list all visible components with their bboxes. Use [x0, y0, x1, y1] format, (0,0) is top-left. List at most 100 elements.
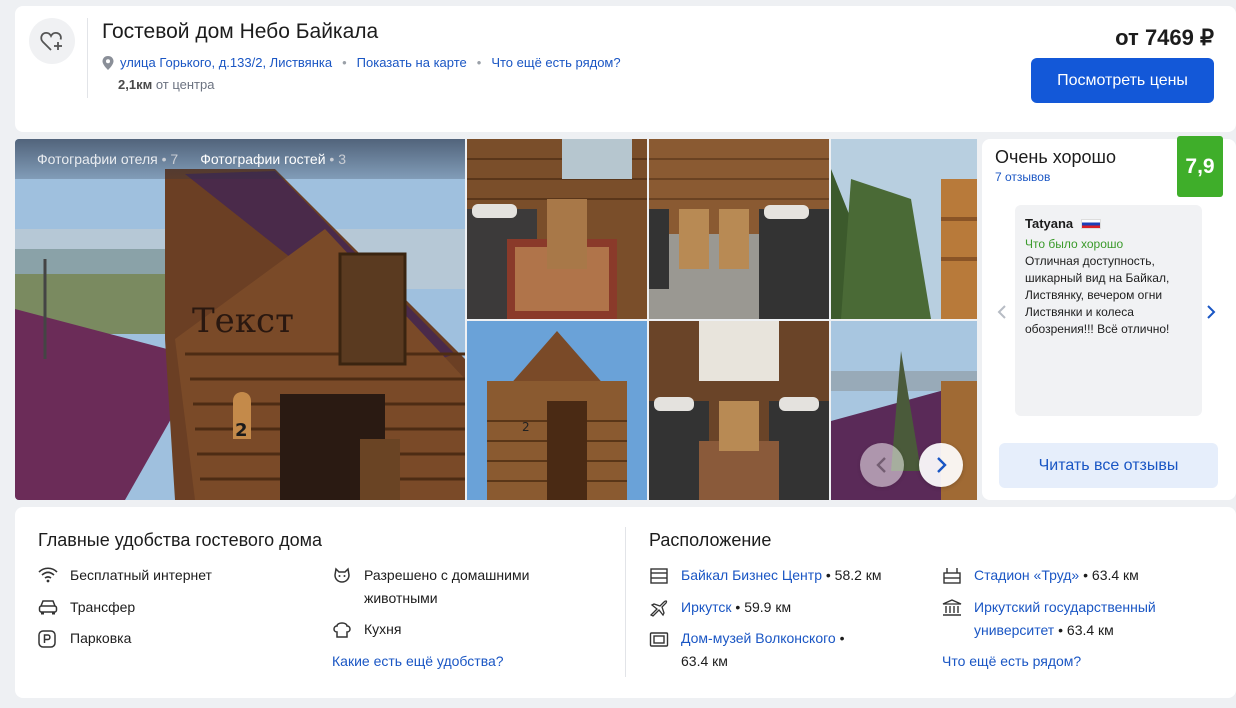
photo-thumbnail[interactable] [649, 321, 829, 500]
svg-text:2: 2 [522, 420, 530, 434]
tab-guest-photos[interactable]: Фотографии гостей • 3 [200, 151, 346, 167]
wifi-icon [38, 564, 60, 587]
car-icon [38, 596, 60, 619]
chevron-left-icon [876, 457, 886, 473]
airplane-icon [649, 596, 671, 619]
place-link[interactable]: Дом-музей Волконского [681, 630, 836, 646]
place-link[interactable]: Стадион «Труд» [974, 567, 1079, 583]
favorite-button[interactable] [29, 18, 75, 64]
rating-label: Очень хорошо [995, 147, 1116, 167]
hotel-title: Гостевой дом Небо Байкала [102, 20, 379, 43]
nearby-place: Иркутск • 59.9 км [649, 596, 929, 619]
price-prefix: от [1115, 25, 1139, 50]
read-all-reviews-button[interactable]: Читать все отзывы [999, 443, 1218, 488]
main-photo[interactable]: 2 Фотографии отеля • 7 Фотографии гостей… [15, 139, 465, 500]
review-good-label: Что было хорошо [1025, 237, 1124, 251]
russia-flag-icon [1081, 218, 1102, 229]
bedroom-photo [649, 321, 829, 500]
nearby-place: Стадион «Труд» • 63.4 км [942, 564, 1222, 587]
photo-thumbnail[interactable] [649, 139, 829, 319]
place-separator: • [1054, 622, 1067, 638]
section-divider [625, 527, 626, 677]
whats-nearby-link[interactable]: Что ещё есть рядом? [491, 55, 620, 70]
bedroom-photo [467, 139, 647, 319]
photo-tabs: Фотографии отеля • 7 Фотографии гостей •… [15, 139, 465, 179]
svg-text:2: 2 [235, 420, 248, 441]
tab-separator: • [329, 151, 339, 167]
details-card: Главные удобства гостевого дома Бесплатн… [15, 507, 1236, 698]
distance-value: 2,1км [118, 77, 153, 92]
photo-thumbnail[interactable] [831, 139, 977, 319]
amenity-item: Кухня [332, 618, 612, 641]
place-separator: • [821, 567, 835, 583]
pet-icon [332, 564, 354, 610]
rating-card: Очень хорошо 7 отзывов 7,9 Tatyana Что б… [982, 136, 1236, 500]
reviewer: Tatyana [1025, 215, 1192, 232]
chevron-right-icon [1207, 305, 1216, 319]
reviewer-name: Tatyana [1025, 216, 1074, 231]
amenity-label: Кухня [364, 621, 402, 637]
parking-icon [38, 627, 60, 650]
photo-thumbnail[interactable]: 2 [467, 321, 647, 500]
chevron-right-icon [937, 457, 947, 473]
view-prices-button[interactable]: Посмотреть цены [1031, 58, 1214, 103]
nearby-place: Иркутский государственный университет • … [942, 596, 1222, 642]
place-separator: • [731, 599, 745, 615]
place-link[interactable]: Байкал Бизнес Центр [681, 567, 822, 583]
nearby-place: Дом-музей Волконского • 63.4 км [649, 627, 909, 673]
business-center-icon [649, 564, 671, 587]
reviews-count-link[interactable]: 7 отзывов [995, 170, 1050, 184]
separator-dot: • [476, 55, 482, 70]
show-on-map-link[interactable]: Показать на карте [357, 55, 467, 70]
hotel-header-card: Гостевой дом Небо Байкала улица Горького… [15, 6, 1236, 132]
gallery-prev-button[interactable] [860, 443, 904, 487]
address-row: улица Горького, д.133/2, Листвянка • Пок… [102, 55, 621, 70]
amenity-item: Трансфер [38, 596, 308, 619]
header-divider [87, 18, 88, 98]
more-amenities-link[interactable]: Какие есть ещё удобства? [332, 653, 504, 669]
amenity-label: Парковка [70, 630, 132, 646]
place-separator: • [835, 630, 845, 646]
museum-icon [649, 627, 671, 673]
tab-guest-photos-count: 3 [338, 151, 347, 167]
amenity-label: Бесплатный интернет [70, 567, 212, 583]
trees-photo [831, 139, 977, 319]
address-link[interactable]: улица Горького, д.133/2, Листвянка [120, 55, 332, 70]
more-nearby-link[interactable]: Что ещё есть рядом? [942, 653, 1081, 669]
review-text: Отличная доступность, шикарный вид на Ба… [1025, 254, 1170, 336]
photo-overlay-text: Текст [192, 301, 294, 341]
separator-dot: • [342, 55, 347, 70]
tab-hotel-photos-count: 7 [170, 151, 179, 167]
distance-from-center: 2,1км от центра [118, 77, 214, 92]
amenities-title: Главные удобства гостевого дома [38, 530, 323, 550]
review-next-button[interactable] [1206, 304, 1216, 325]
place-distance: 58.2 км [834, 567, 882, 583]
place-distance: 59.9 км [744, 599, 792, 615]
photo-thumbnail[interactable] [467, 139, 647, 319]
tab-hotel-photos-label: Фотографии отеля [37, 151, 158, 167]
review-prev-button[interactable] [997, 304, 1007, 325]
price: от 7469 ₽ [1115, 25, 1214, 51]
price-value: 7469 ₽ [1144, 25, 1214, 50]
amenity-item: Парковка [38, 627, 308, 650]
chevron-left-icon [997, 305, 1006, 319]
gallery-next-button[interactable] [919, 443, 963, 487]
place-distance: 63.4 км [1066, 622, 1114, 638]
bedroom-photo [649, 139, 829, 319]
location-pin-icon [102, 55, 114, 70]
place-link[interactable]: Иркутск [681, 599, 732, 615]
place-distance: 63.4 км [681, 653, 728, 669]
place-separator: • [1079, 567, 1092, 583]
university-icon [942, 596, 964, 642]
tab-hotel-photos[interactable]: Фотографии отеля • 7 [37, 151, 178, 167]
photo-gallery: 2 Фотографии отеля • 7 Фотографии гостей… [15, 139, 977, 500]
distance-suffix: от центра [155, 77, 215, 92]
nearby-place: Байкал Бизнес Центр • 58.2 км [649, 564, 929, 587]
amenity-label: Разрешено с домашними животными [364, 567, 530, 606]
place-distance: 63.4 км [1091, 567, 1139, 583]
house-photo: 2 [467, 321, 647, 500]
amenity-label: Трансфер [70, 599, 136, 615]
chef-hat-icon [332, 618, 354, 641]
heart-plus-icon [40, 32, 62, 51]
review-card: Tatyana Что было хорошо Отличная доступн… [1015, 205, 1202, 416]
